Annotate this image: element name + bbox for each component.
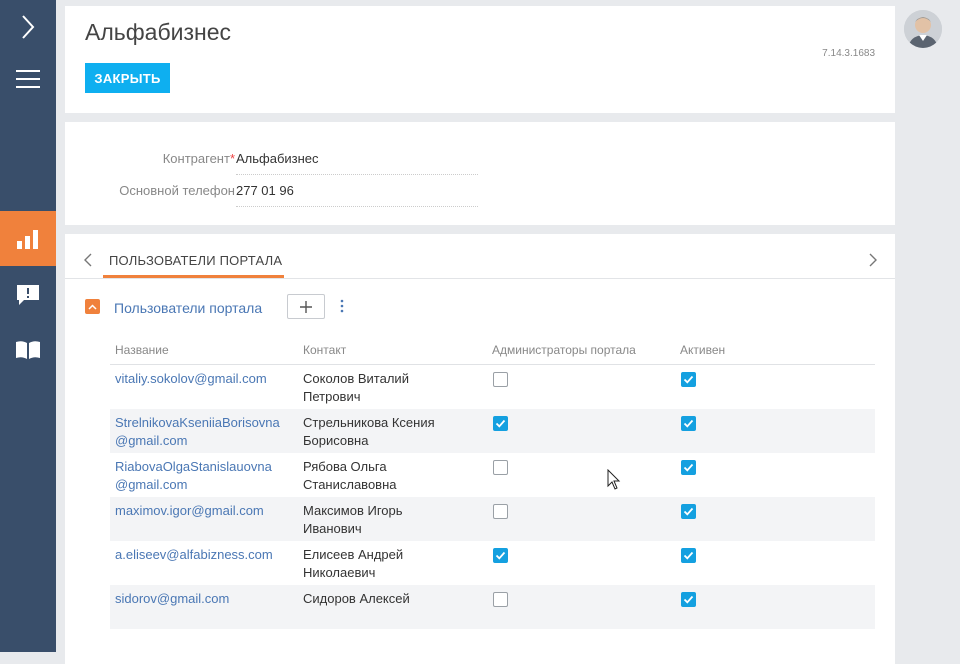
plus-icon [300,300,312,313]
user-email-link[interactable]: StrelnikovaKseniiaBorisovna@gmail.com [115,414,283,450]
chevron-right-icon [869,253,877,267]
phone-field-value[interactable]: 277 01 96 [236,183,478,207]
hamburger-menu-icon [16,70,40,88]
right-rail [896,0,960,652]
table-row[interactable]: vitaliy.sokolov@gmail.com Соколов Виталий… [110,365,875,409]
portal-admin-checkbox[interactable] [493,460,508,475]
table-row[interactable]: RiabovaOlgaStanislauovna@gmail.com Рябова… [110,453,875,497]
tab-divider [65,278,895,279]
main-menu-button[interactable] [0,58,56,100]
user-avatar[interactable] [904,10,942,48]
active-checkbox[interactable] [681,548,696,563]
user-email-link[interactable]: vitaliy.sokolov@gmail.com [115,370,283,388]
column-header-active[interactable]: Активен [680,343,725,357]
portal-admin-checkbox[interactable] [493,372,508,387]
table-row[interactable]: StrelnikovaKseniiaBorisovna@gmail.com Стр… [110,409,875,453]
active-checkbox[interactable] [681,504,696,519]
user-email-link[interactable]: sidorov@gmail.com [115,590,283,608]
contact-name: Рябова Ольга Станиславовна [303,459,397,492]
page-header-card: Альфабизнес 7.14.3.1683 ЗАКРЫТЬ [65,6,895,113]
portal-admin-checkbox[interactable] [493,548,508,563]
table-row[interactable]: sidorov@gmail.com Сидоров Алексей [110,585,875,629]
tabs-card: ПОЛЬЗОВАТЕЛИ ПОРТАЛА Пользователи портал… [65,234,895,664]
detail-title[interactable]: Пользователи портала [114,300,262,316]
grid-body: vitaliy.sokolov@gmail.com Соколов Виталий… [110,365,875,629]
more-vertical-icon [340,299,344,313]
account-field-value[interactable]: Альфабизнес [236,151,478,175]
page-title: Альфабизнес [85,19,232,45]
contact-name: Сидоров Алексей [303,591,410,606]
required-marker: * [229,151,235,166]
knowledge-base-icon [16,341,40,359]
left-sidebar [0,0,56,652]
user-email-link[interactable]: a.eliseev@alfabizness.com [115,546,283,564]
dashboard-icon [17,229,38,249]
contact-name: Стрельникова Ксения Борисовна [303,415,435,448]
portal-admin-checkbox[interactable] [493,592,508,607]
account-field: Контрагент* Альфабизнес [65,146,565,176]
detail-collapse-toggle[interactable] [85,299,100,314]
mouse-cursor-icon [607,469,621,490]
tab-scroll-right-button[interactable] [865,250,881,270]
chevron-right-icon [22,15,35,39]
sidebar-item-knowledge-base[interactable] [0,325,56,375]
active-checkbox[interactable] [681,416,696,431]
user-email-link[interactable]: maximov.igor@gmail.com [115,502,283,520]
active-checkbox[interactable] [681,372,696,387]
active-checkbox[interactable] [681,592,696,607]
active-checkbox[interactable] [681,460,696,475]
sidebar-item-feed[interactable] [0,270,56,320]
phone-field: Основной телефон 277 01 96 [65,178,565,208]
detail-menu-button[interactable] [335,297,349,315]
table-row[interactable]: a.eliseev@alfabizness.com Елисеев Андрей … [110,541,875,585]
add-portal-user-button[interactable] [287,294,325,319]
phone-field-label: Основной телефон [119,183,235,198]
column-header-name[interactable]: Название [115,343,169,357]
portal-admin-checkbox[interactable] [493,416,508,431]
tab-portal-users[interactable]: ПОЛЬЗОВАТЕЛИ ПОРТАЛА [109,253,282,268]
portal-users-grid: Название Контакт Администраторы портала … [110,334,875,629]
column-header-contact[interactable]: Контакт [303,343,346,357]
contact-name: Максимов Игорь Иванович [303,503,403,536]
feed-icon [17,285,39,305]
close-button[interactable]: ЗАКРЫТЬ [85,63,170,93]
grid-header: Название Контакт Администраторы портала … [110,334,875,365]
chevron-up-icon [88,303,97,310]
contact-name: Соколов Виталий Петрович [303,371,409,404]
column-header-portal-admins[interactable]: Администраторы портала [492,343,636,357]
table-row[interactable]: maximov.igor@gmail.com Максимов Игорь Ива… [110,497,875,541]
sidebar-item-dashboards[interactable] [0,211,56,266]
user-email-link[interactable]: RiabovaOlgaStanislauovna@gmail.com [115,458,283,494]
tab-scroll-left-button[interactable] [80,250,96,270]
portal-admin-checkbox[interactable] [493,504,508,519]
profile-fields-card: Контрагент* Альфабизнес Основной телефон… [65,122,895,225]
chevron-left-icon [84,253,92,267]
expand-sidebar-button[interactable] [0,6,56,48]
account-field-label: Контрагент* [162,151,235,166]
version-label: 7.14.3.1683 [822,48,875,59]
user-photo [904,10,942,48]
contact-name: Елисеев Андрей Николаевич [303,547,404,580]
